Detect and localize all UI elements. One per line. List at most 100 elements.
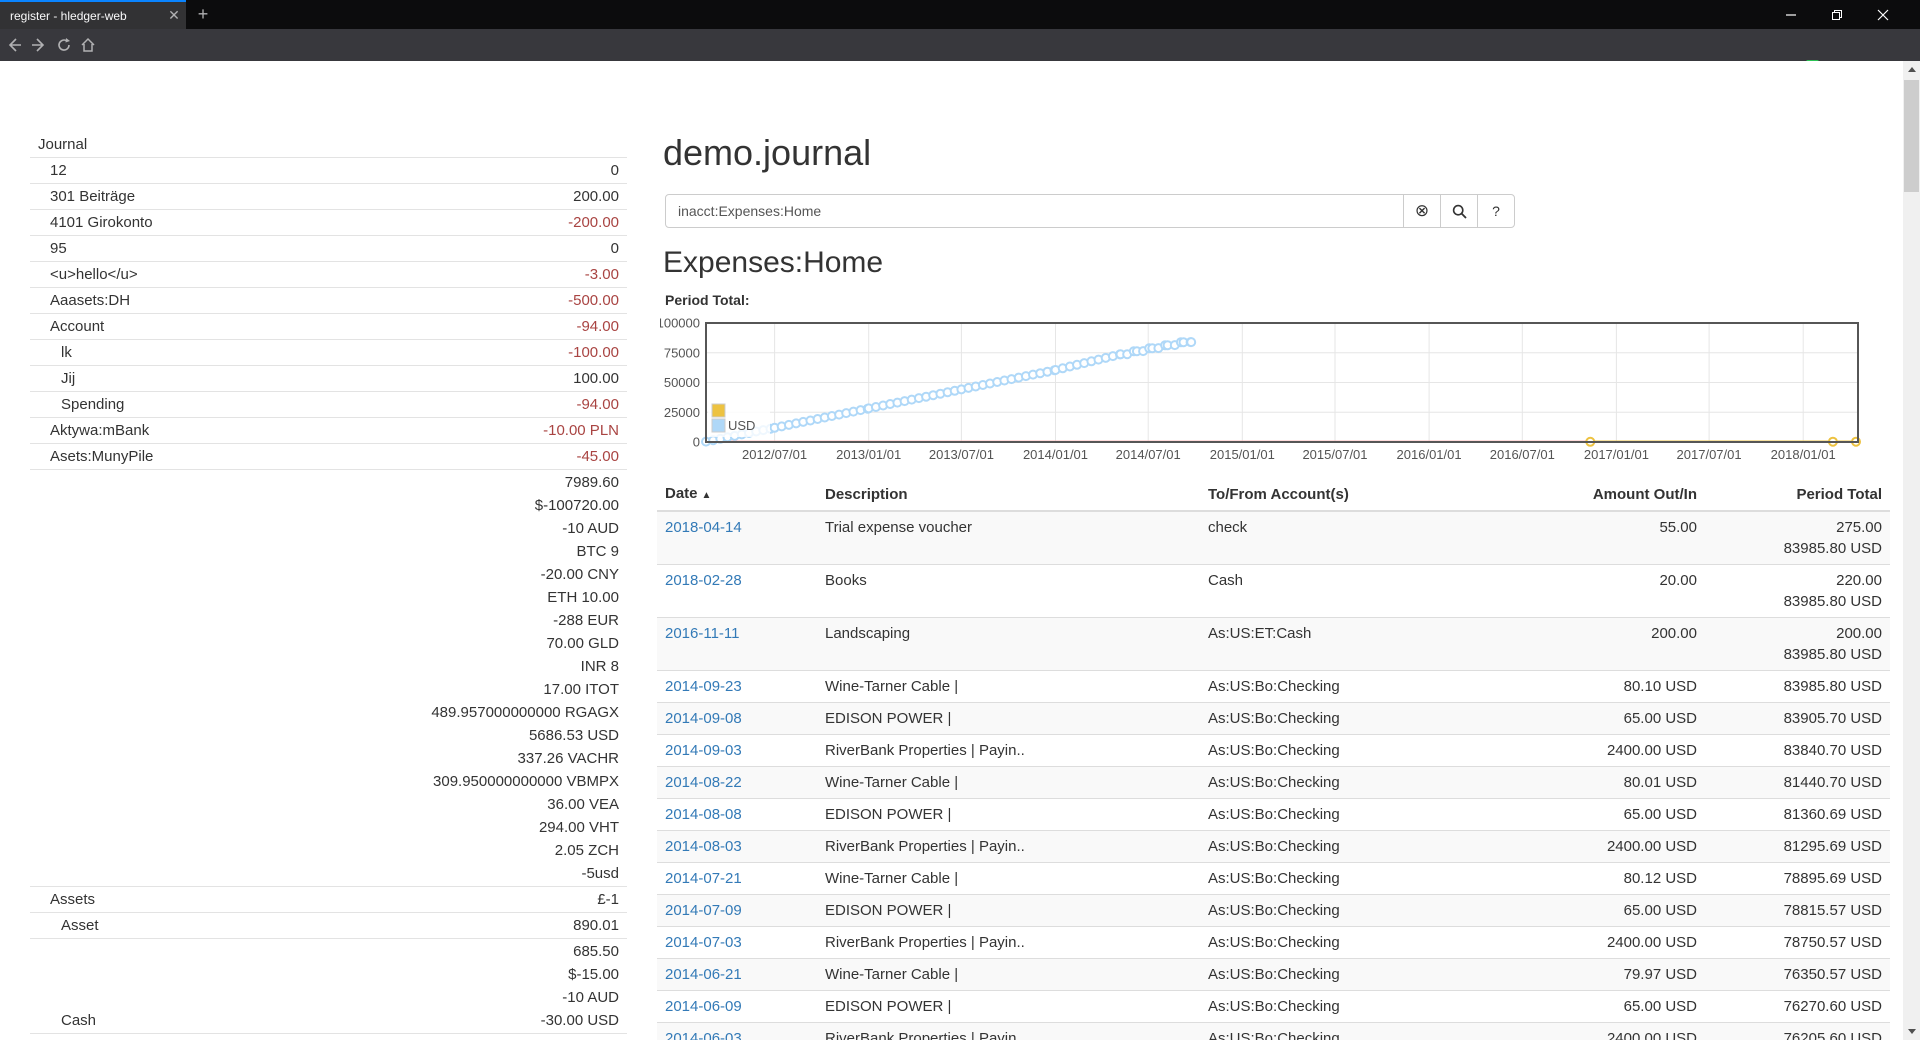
transaction-date-link[interactable]: 2014-09-23 — [665, 678, 742, 695]
sidebar-account-balance: 200.00 — [135, 185, 627, 208]
sidebar-account-row: 120 — [30, 158, 627, 184]
transaction-account: As:US:Bo:Checking — [1200, 671, 1530, 703]
sidebar-account-link[interactable]: 4101 Girokonto — [30, 211, 153, 234]
transaction-amount: 55.00 — [1530, 511, 1705, 565]
transaction-amount: 2400.00 USD — [1530, 1023, 1705, 1040]
transaction-date-link[interactable]: 2014-08-03 — [665, 838, 742, 855]
svg-text:2016/01/01: 2016/01/01 — [1397, 447, 1462, 462]
sidebar-account-row: 7989.60$-100720.00-10 AUDBTC 9-20.00 CNY… — [30, 470, 627, 887]
transaction-date-link[interactable]: 2014-08-08 — [665, 806, 742, 823]
transaction-date-link[interactable]: 2016-11-11 — [665, 625, 740, 642]
page-content: Journal 120301 Beiträge200.004101 Giroko… — [0, 61, 1920, 1040]
sidebar-account-balance: -100.00 — [72, 341, 627, 364]
window-restore-button[interactable] — [1814, 0, 1860, 29]
query-input[interactable] — [665, 194, 1404, 228]
sidebar-account-link[interactable]: Account — [30, 315, 104, 338]
forward-button[interactable] — [27, 33, 51, 57]
svg-text:2012/07/01: 2012/07/01 — [742, 447, 807, 462]
sidebar-account-link[interactable]: Aaasets:DH — [30, 289, 130, 312]
sidebar-account-link[interactable]: Assets — [30, 888, 95, 911]
transaction-account: As:US:Bo:Checking — [1200, 895, 1530, 927]
sidebar-account-balance: 685.50$-15.00-10 AUD-30.00 USD — [96, 940, 627, 1032]
reload-button[interactable] — [52, 33, 76, 57]
search-icon — [1452, 204, 1467, 219]
transaction-amount: 2400.00 USD — [1530, 927, 1705, 959]
period-total: 83905.70 USD — [1705, 703, 1890, 735]
transaction-description: Landscaping — [817, 618, 1200, 671]
transaction-date-link[interactable]: 2014-07-03 — [665, 934, 742, 951]
sidebar-journal-link[interactable]: Journal — [30, 133, 87, 156]
column-header-description[interactable]: Description — [817, 479, 1200, 511]
transaction-date-link[interactable]: 2014-09-08 — [665, 710, 742, 727]
register-row: 2014-07-03RiverBank Properties | Payin..… — [657, 927, 1890, 959]
register-row: 2014-08-22Wine-Tarner Cable |As:US:Bo:Ch… — [657, 767, 1890, 799]
transaction-date-link[interactable]: 2018-02-28 — [665, 572, 742, 589]
transaction-date-link[interactable]: 2014-07-21 — [665, 870, 742, 887]
period-total: 200.0083985.80 USD — [1705, 618, 1890, 671]
window-minimize-button[interactable] — [1768, 0, 1814, 29]
svg-text:75000: 75000 — [664, 345, 700, 360]
search-button[interactable] — [1440, 194, 1478, 228]
period-total: 78895.69 USD — [1705, 863, 1890, 895]
sidebar-account-row: <u>hello</u>-3.00 — [30, 262, 627, 288]
register-row: 2016-11-11LandscapingAs:US:ET:Cash200.00… — [657, 618, 1890, 671]
sidebar-account-link[interactable]: Jij — [30, 367, 75, 390]
window-close-button[interactable] — [1860, 0, 1906, 29]
sidebar-account-row: Spending-94.00 — [30, 392, 627, 418]
transaction-account: As:US:ET:Cash — [1200, 618, 1530, 671]
sidebar-account-link[interactable]: Asset — [30, 914, 99, 937]
transaction-amount: 2400.00 USD — [1530, 735, 1705, 767]
transaction-date-link[interactable]: 2018-04-14 — [665, 519, 742, 536]
help-button[interactable]: ? — [1477, 194, 1515, 228]
register-row: 2014-09-03RiverBank Properties | Payin..… — [657, 735, 1890, 767]
column-header-period-total[interactable]: Period Total — [1705, 479, 1890, 511]
scroll-up-arrow[interactable] — [1903, 61, 1920, 78]
sidebar-account-link[interactable]: 12 — [30, 159, 67, 182]
scrollbar-thumb[interactable] — [1904, 80, 1919, 192]
transaction-date-link[interactable]: 2014-09-03 — [665, 742, 742, 759]
tab-title: register - hledger-web — [0, 9, 162, 23]
close-icon — [1877, 9, 1889, 21]
reload-icon — [56, 37, 72, 53]
sidebar-account-balance: -94.00 — [104, 315, 627, 338]
sidebar-account-link[interactable]: Aktywa:mBank — [30, 419, 149, 442]
back-button[interactable] — [2, 33, 26, 57]
transaction-date-link[interactable]: 2014-06-21 — [665, 966, 742, 983]
period-total: 81360.69 USD — [1705, 799, 1890, 831]
sidebar-account-balance: £-1 — [95, 888, 627, 911]
register-row: 2014-08-08EDISON POWER |As:US:Bo:Checkin… — [657, 799, 1890, 831]
transaction-account: Cash — [1200, 565, 1530, 618]
column-header-date[interactable]: Date▲ — [657, 479, 817, 511]
transaction-date-link[interactable]: 2014-06-03 — [665, 1030, 742, 1040]
sidebar-account-link[interactable]: lk — [30, 341, 72, 364]
sidebar-account-link[interactable]: Asets:MunyPile — [30, 445, 153, 468]
home-button[interactable] — [76, 33, 100, 57]
sidebar-account-row: 950 — [30, 236, 627, 262]
transaction-account: As:US:Bo:Checking — [1200, 831, 1530, 863]
new-tab-button[interactable]: + — [188, 0, 218, 29]
sidebar-account-link[interactable]: 95 — [30, 237, 67, 260]
period-total: 78750.57 USD — [1705, 927, 1890, 959]
transaction-description: EDISON POWER | — [817, 703, 1200, 735]
sidebar-account-link[interactable]: Cash — [30, 1009, 96, 1032]
clear-query-button[interactable]: ⊗ — [1403, 194, 1441, 228]
scroll-down-arrow[interactable] — [1903, 1023, 1920, 1040]
tab-close-icon[interactable]: ✕ — [162, 7, 186, 24]
vertical-scrollbar[interactable] — [1903, 61, 1920, 1040]
sidebar-account-link[interactable]: Spending — [30, 393, 124, 416]
minimize-icon — [1785, 9, 1797, 21]
column-header-amount-out-in[interactable]: Amount Out/In — [1530, 479, 1705, 511]
transaction-amount: 200.00 — [1530, 618, 1705, 671]
browser-tab[interactable]: register - hledger-web ✕ — [0, 0, 186, 29]
sidebar-account-row: Cash685.50$-15.00-10 AUD-30.00 USD — [30, 939, 627, 1034]
home-icon — [80, 37, 96, 53]
sidebar-account-row: 4101 Girokonto-200.00 — [30, 210, 627, 236]
transaction-date-link[interactable]: 2014-08-22 — [665, 774, 742, 791]
sidebar-account-balance: -94.00 — [124, 393, 627, 416]
register-row: 2014-06-03RiverBank Properties | Payin..… — [657, 1023, 1890, 1040]
column-header-to-from-account-s-[interactable]: To/From Account(s) — [1200, 479, 1530, 511]
sidebar-account-link[interactable]: <u>hello</u> — [30, 263, 138, 286]
transaction-date-link[interactable]: 2014-06-09 — [665, 998, 742, 1015]
transaction-date-link[interactable]: 2014-07-09 — [665, 902, 742, 919]
sidebar-account-link[interactable]: 301 Beiträge — [30, 185, 135, 208]
